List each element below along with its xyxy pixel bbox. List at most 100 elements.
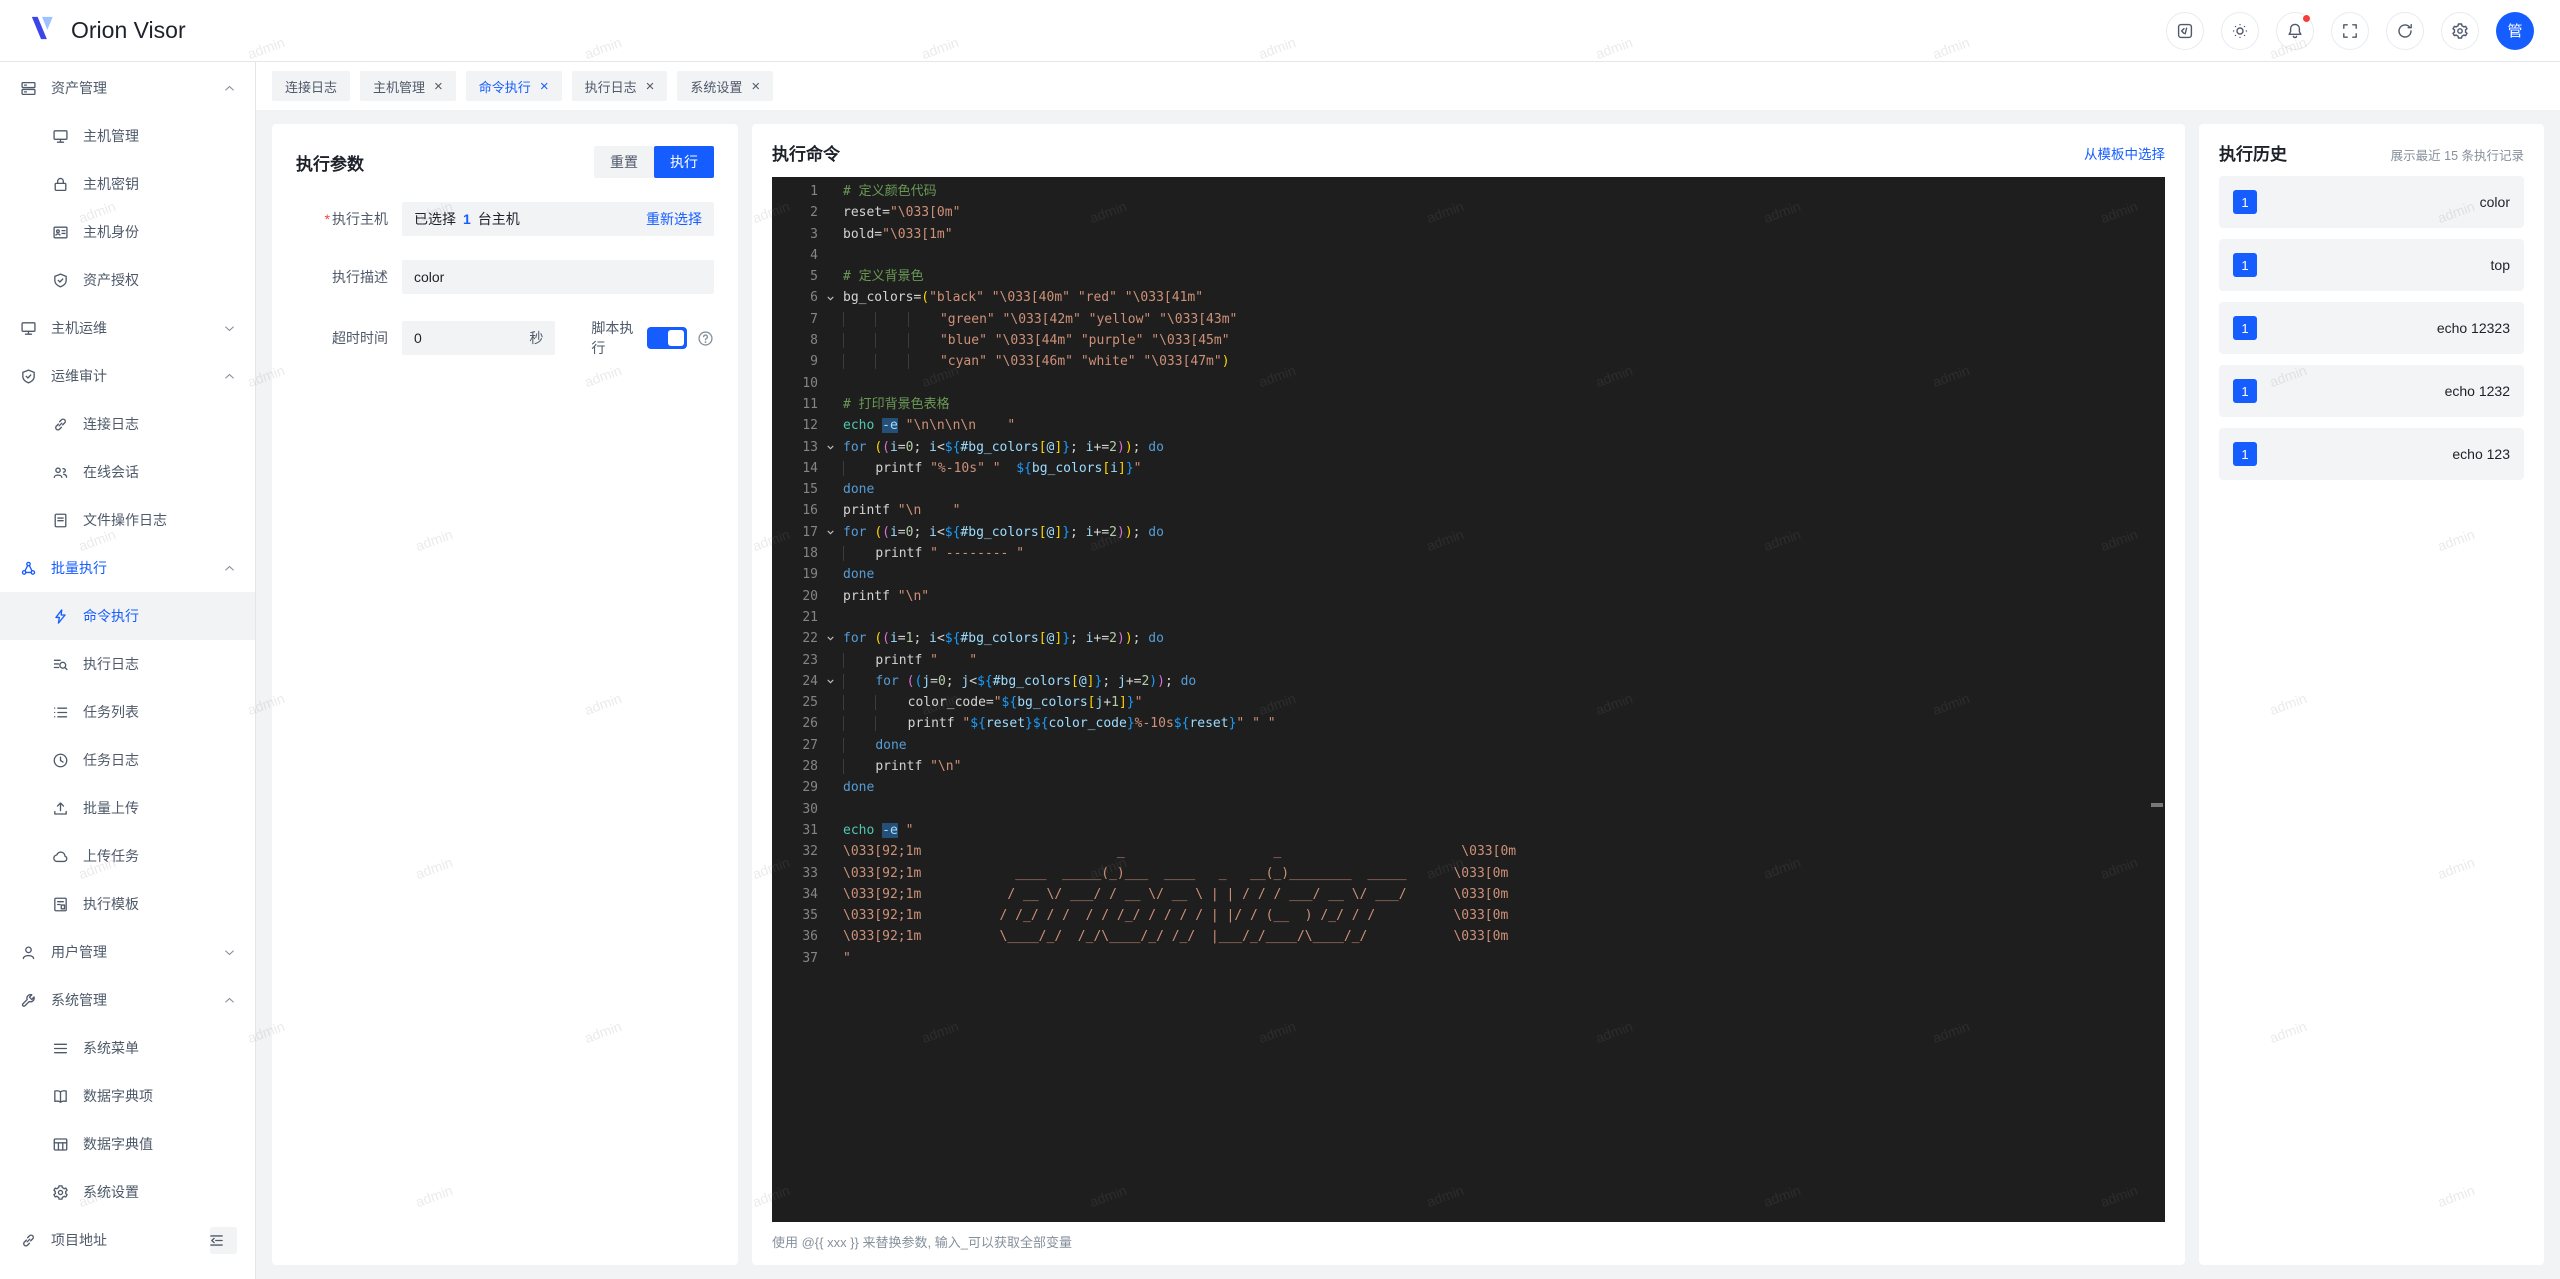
sidebar-item-批量上传[interactable]: 批量上传 — [0, 784, 255, 832]
fold-icon[interactable] — [818, 287, 843, 308]
code-line: 9 "cyan" "\033[46m" "white" "\033[47m") — [772, 351, 2165, 372]
sidebar-item-label: 上传任务 — [83, 848, 139, 864]
sidebar-item-资产管理[interactable]: 资产管理 — [0, 64, 255, 112]
code-line: 24 for ((j=0; j<${#bg_colors[@]}; j+=2))… — [772, 671, 2165, 692]
history-item[interactable]: 1 echo 123 — [2219, 428, 2524, 480]
sidebar-item-数据字典项[interactable]: 数据字典项 — [0, 1072, 255, 1120]
sidebar-item-命令执行[interactable]: 命令执行 — [0, 592, 255, 640]
lock-icon — [54, 177, 67, 191]
collapse-icon — [210, 1234, 223, 1246]
refresh-button[interactable] — [2386, 11, 2424, 50]
sidebar: 资产管理 主机管理主机密钥主机身份 资产授权 主机运维 运维审计 连接日志在线会话文件操作… — [0, 62, 256, 1279]
sidebar-item-主机管理[interactable]: 主机管理 — [0, 112, 255, 160]
run-button[interactable]: 执行 — [654, 146, 714, 178]
script-exec-toggle[interactable] — [647, 327, 687, 349]
tab-系统设置[interactable]: 系统设置 × — [677, 71, 774, 101]
toggle-knob — [668, 330, 684, 346]
tab-主机管理[interactable]: 主机管理 × — [360, 71, 456, 101]
tab-close-icon[interactable]: × — [434, 79, 443, 94]
code-square-button[interactable] — [2166, 11, 2204, 50]
workspace: 执行参数 重置 执行 * 执行主机 已选择 1 台主机 重新选择 执行描述 co… — [256, 110, 2560, 1279]
history-item[interactable]: 1 top — [2219, 239, 2524, 291]
link-icon — [55, 418, 66, 430]
code-line: 14 printf "%-10s" " ${bg_colors[i]}" — [772, 458, 2165, 479]
settings-button[interactable] — [2441, 11, 2479, 50]
line-number: 29 — [802, 780, 818, 796]
sidebar-item-执行日志[interactable]: 执行日志 — [0, 640, 255, 688]
sidebar-item-资产授权[interactable]: 资产授权 — [0, 256, 255, 304]
fold-icon[interactable] — [818, 437, 843, 458]
tab-close-icon[interactable]: × — [646, 79, 655, 94]
code-editor[interactable]: 1 # 定义颜色代码 2 reset="\033[0m" 3 bold="\033[1m"… — [772, 177, 2165, 1222]
sidebar-item-上传任务[interactable]: 上传任务 — [0, 832, 255, 880]
code-text: \033[92;1m / __ \/ ___/ / __ \/ __ \ | |… — [843, 886, 1509, 902]
code-line: 18 printf " -------- " — [772, 543, 2165, 564]
reset-button[interactable]: 重置 — [594, 146, 654, 178]
tab-连接日志[interactable]: 连接日志 — [272, 71, 351, 101]
overview-ruler-mark — [2151, 803, 2163, 807]
code-line: 8 "blue" "\033[44m" "purple" "\033[45m" — [772, 330, 2165, 351]
tab-close-icon[interactable]: × — [751, 79, 760, 94]
history-item[interactable]: 1 color — [2219, 176, 2524, 228]
sidebar-item-文件操作日志[interactable]: 文件操作日志 — [0, 496, 255, 544]
fold-icon[interactable] — [818, 628, 843, 649]
sidebar-item-任务日志[interactable]: 任务日志 — [0, 736, 255, 784]
sidebar-item-数据字典值[interactable]: 数据字典值 — [0, 1120, 255, 1168]
sidebar-item-在线会话[interactable]: 在线会话 — [0, 448, 255, 496]
desc-input[interactable] — [402, 260, 714, 294]
code-line: 3 bold="\033[1m" — [772, 224, 2165, 245]
tab-命令执行[interactable]: 命令执行 × — [465, 71, 562, 101]
sidebar-item-运维审计[interactable]: 运维审计 — [0, 352, 255, 400]
fullscreen-button[interactable] — [2331, 11, 2369, 50]
code-line: 23 printf " " — [772, 650, 2165, 671]
timeout-field[interactable]: 秒 — [402, 321, 556, 355]
fold-icon[interactable] — [818, 671, 843, 692]
sidebar-item-label: 在线会话 — [83, 464, 139, 480]
code-text: for ((i=1; i<${#bg_colors[@]}; i+=2)); d… — [843, 631, 1164, 647]
timeout-input[interactable] — [414, 330, 522, 346]
line-number: 2 — [810, 205, 818, 221]
sidebar-item-系统菜单[interactable]: 系统菜单 — [0, 1024, 255, 1072]
exec-history-title: 执行历史 — [2219, 145, 2287, 164]
sidebar-item-用户管理[interactable]: 用户管理 — [0, 928, 255, 976]
history-item[interactable]: 1 echo 12323 — [2219, 302, 2524, 354]
sidebar-item-批量执行[interactable]: 批量执行 — [0, 544, 255, 592]
refresh-icon — [2398, 23, 2412, 38]
sidebar-item-label: 任务日志 — [83, 752, 139, 768]
code-line: 26 printf "${reset}${color_code}%-10s${r… — [772, 713, 2165, 734]
user-avatar[interactable]: 管 — [2496, 11, 2534, 50]
sidebar-item-label: 项目地址 — [51, 1232, 107, 1248]
sidebar-item-主机密钥[interactable]: 主机密钥 — [0, 160, 255, 208]
tab-close-icon[interactable]: × — [540, 79, 549, 94]
sidebar-item-项目地址[interactable]: 项目地址 — [0, 1216, 255, 1264]
fold-icon[interactable] — [818, 522, 843, 543]
sidebar-item-系统设置[interactable]: 系统设置 — [0, 1168, 255, 1216]
sidebar-collapse-button[interactable] — [210, 1226, 237, 1254]
sidebar-item-任务列表[interactable]: 任务列表 — [0, 688, 255, 736]
line-number: 13 — [802, 439, 818, 455]
sidebar-item-连接日志[interactable]: 连接日志 — [0, 400, 255, 448]
chevron-up-icon — [222, 993, 237, 1008]
bell-button[interactable] — [2276, 11, 2314, 50]
help-icon[interactable] — [697, 330, 714, 347]
sidebar-item-主机身份[interactable]: 主机身份 — [0, 208, 255, 256]
sidebar-item-label: 数据字典值 — [83, 1136, 153, 1152]
chevron-up-icon — [222, 81, 237, 96]
choose-template-link[interactable]: 从模板中选择 — [2084, 143, 2165, 163]
tab-执行日志[interactable]: 执行日志 × — [571, 71, 668, 101]
sidebar-item-执行模板[interactable]: 执行模板 — [0, 880, 255, 928]
sidebar-item-系统管理[interactable]: 系统管理 — [0, 976, 255, 1024]
history-item[interactable]: 1 echo 1232 — [2219, 365, 2524, 417]
theme-button[interactable] — [2221, 11, 2259, 50]
host-selector[interactable]: 已选择 1 台主机 重新选择 — [402, 202, 714, 236]
app-logo: Orion Visor — [26, 11, 186, 50]
reselect-link[interactable]: 重新选择 — [646, 209, 702, 229]
code-line: 10 — [772, 373, 2165, 394]
sidebar-item-主机运维[interactable]: 主机运维 — [0, 304, 255, 352]
sidebar-item-label: 主机密钥 — [83, 176, 139, 192]
code-text: printf " " — [843, 650, 977, 671]
